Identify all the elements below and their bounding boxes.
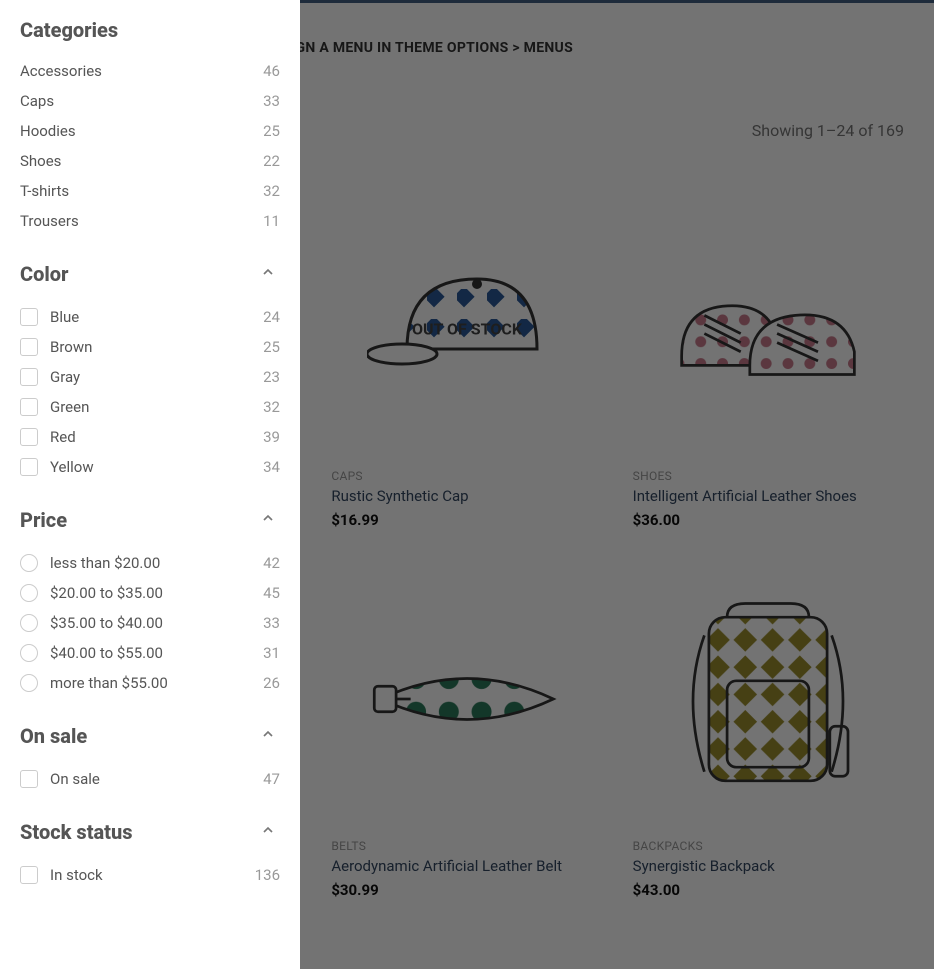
facet-row[interactable]: Accessories 46 xyxy=(20,56,280,86)
facet-count: 23 xyxy=(263,368,280,386)
onsale-collapse-button[interactable] xyxy=(256,722,280,750)
facet-count: 45 xyxy=(263,584,280,602)
facet-count: 33 xyxy=(263,92,280,110)
filter-sidebar: Categories Accessories 46 Caps 33 Hoodies 25 S… xyxy=(0,0,300,969)
facet-count: 47 xyxy=(263,770,280,788)
price-collapse-button[interactable] xyxy=(256,506,280,534)
facet-row[interactable]: less than $20.00 42 xyxy=(20,548,280,578)
checkbox-input[interactable] xyxy=(20,308,38,326)
facet-count: 26 xyxy=(263,674,280,692)
facet-count: 25 xyxy=(263,122,280,140)
facet-label: T-shirts xyxy=(20,182,69,200)
color-list: Blue 24 Brown 25 Gray 23 Green 32 Red 39 Yellow 34 xyxy=(20,302,280,482)
checkbox-input[interactable] xyxy=(20,338,38,356)
facet-label: $20.00 to $35.00 xyxy=(50,584,163,602)
checkbox-input[interactable] xyxy=(20,770,38,788)
facet-count: 136 xyxy=(255,866,280,884)
categories-list: Accessories 46 Caps 33 Hoodies 25 Shoes 22 T-shi… xyxy=(20,56,280,236)
facet-label: Trousers xyxy=(20,212,79,230)
facet-row[interactable]: Gray 23 xyxy=(20,362,280,392)
onsale-heading: On sale xyxy=(20,724,87,748)
facet-row[interactable]: Trousers 11 xyxy=(20,206,280,236)
facet-row[interactable]: $20.00 to $35.00 45 xyxy=(20,578,280,608)
facet-count: 25 xyxy=(263,338,280,356)
facet-row[interactable]: In stock 136 xyxy=(20,860,280,890)
checkbox-input[interactable] xyxy=(20,458,38,476)
color-heading: Color xyxy=(20,262,69,286)
checkbox-input[interactable] xyxy=(20,368,38,386)
facet-label: Brown xyxy=(50,338,92,356)
facet-row[interactable]: On sale 47 xyxy=(20,764,280,794)
chevron-up-icon xyxy=(260,510,276,526)
facet-label: $35.00 to $40.00 xyxy=(50,614,163,632)
categories-heading: Categories xyxy=(20,18,280,42)
facet-label: Accessories xyxy=(20,62,102,80)
facet-row[interactable]: Blue 24 xyxy=(20,302,280,332)
facet-row[interactable]: Shoes 22 xyxy=(20,146,280,176)
radio-input[interactable] xyxy=(20,614,38,632)
facet-row[interactable]: $40.00 to $55.00 31 xyxy=(20,638,280,668)
facet-label: less than $20.00 xyxy=(50,554,160,572)
facet-label: Blue xyxy=(50,308,79,326)
facet-count: 31 xyxy=(263,644,280,662)
facet-label: Gray xyxy=(50,368,80,386)
price-heading: Price xyxy=(20,508,67,532)
facet-count: 33 xyxy=(263,614,280,632)
facet-count: 24 xyxy=(263,308,280,326)
facet-count: 39 xyxy=(263,428,280,446)
radio-input[interactable] xyxy=(20,674,38,692)
facet-label: Red xyxy=(50,428,76,446)
chevron-up-icon xyxy=(260,726,276,742)
checkbox-input[interactable] xyxy=(20,428,38,446)
radio-input[interactable] xyxy=(20,584,38,602)
facet-row[interactable]: Caps 33 xyxy=(20,86,280,116)
color-collapse-button[interactable] xyxy=(256,260,280,288)
facet-count: 46 xyxy=(263,62,280,80)
facet-row[interactable]: T-shirts 32 xyxy=(20,176,280,206)
checkbox-input[interactable] xyxy=(20,866,38,884)
checkbox-input[interactable] xyxy=(20,398,38,416)
facet-count: 32 xyxy=(263,182,280,200)
facet-label: Shoes xyxy=(20,152,61,170)
facet-label: In stock xyxy=(50,866,103,884)
facet-row[interactable]: Brown 25 xyxy=(20,332,280,362)
facet-label: Hoodies xyxy=(20,122,76,140)
facet-row[interactable]: Hoodies 25 xyxy=(20,116,280,146)
facet-count: 34 xyxy=(263,458,280,476)
facet-count: 11 xyxy=(263,212,280,230)
facet-row[interactable]: Green 32 xyxy=(20,392,280,422)
facet-row[interactable]: Yellow 34 xyxy=(20,452,280,482)
facet-label: On sale xyxy=(50,770,100,788)
radio-input[interactable] xyxy=(20,554,38,572)
facet-count: 42 xyxy=(263,554,280,572)
stock-heading: Stock status xyxy=(20,820,133,844)
facet-count: 32 xyxy=(263,398,280,416)
facet-row[interactable]: more than $55.00 26 xyxy=(20,668,280,698)
price-list: less than $20.00 42 $20.00 to $35.00 45 $35.… xyxy=(20,548,280,698)
chevron-up-icon xyxy=(260,264,276,280)
facet-count: 22 xyxy=(263,152,280,170)
facet-label: Caps xyxy=(20,92,54,110)
chevron-up-icon xyxy=(260,822,276,838)
facet-label: Green xyxy=(50,398,89,416)
stock-list: In stock 136 xyxy=(20,860,280,890)
stock-collapse-button[interactable] xyxy=(256,818,280,846)
onsale-list: On sale 47 xyxy=(20,764,280,794)
facet-row[interactable]: Red 39 xyxy=(20,422,280,452)
facet-label: Yellow xyxy=(50,458,94,476)
radio-input[interactable] xyxy=(20,644,38,662)
facet-label: $40.00 to $55.00 xyxy=(50,644,163,662)
facet-row[interactable]: $35.00 to $40.00 33 xyxy=(20,608,280,638)
facet-label: more than $55.00 xyxy=(50,674,168,692)
